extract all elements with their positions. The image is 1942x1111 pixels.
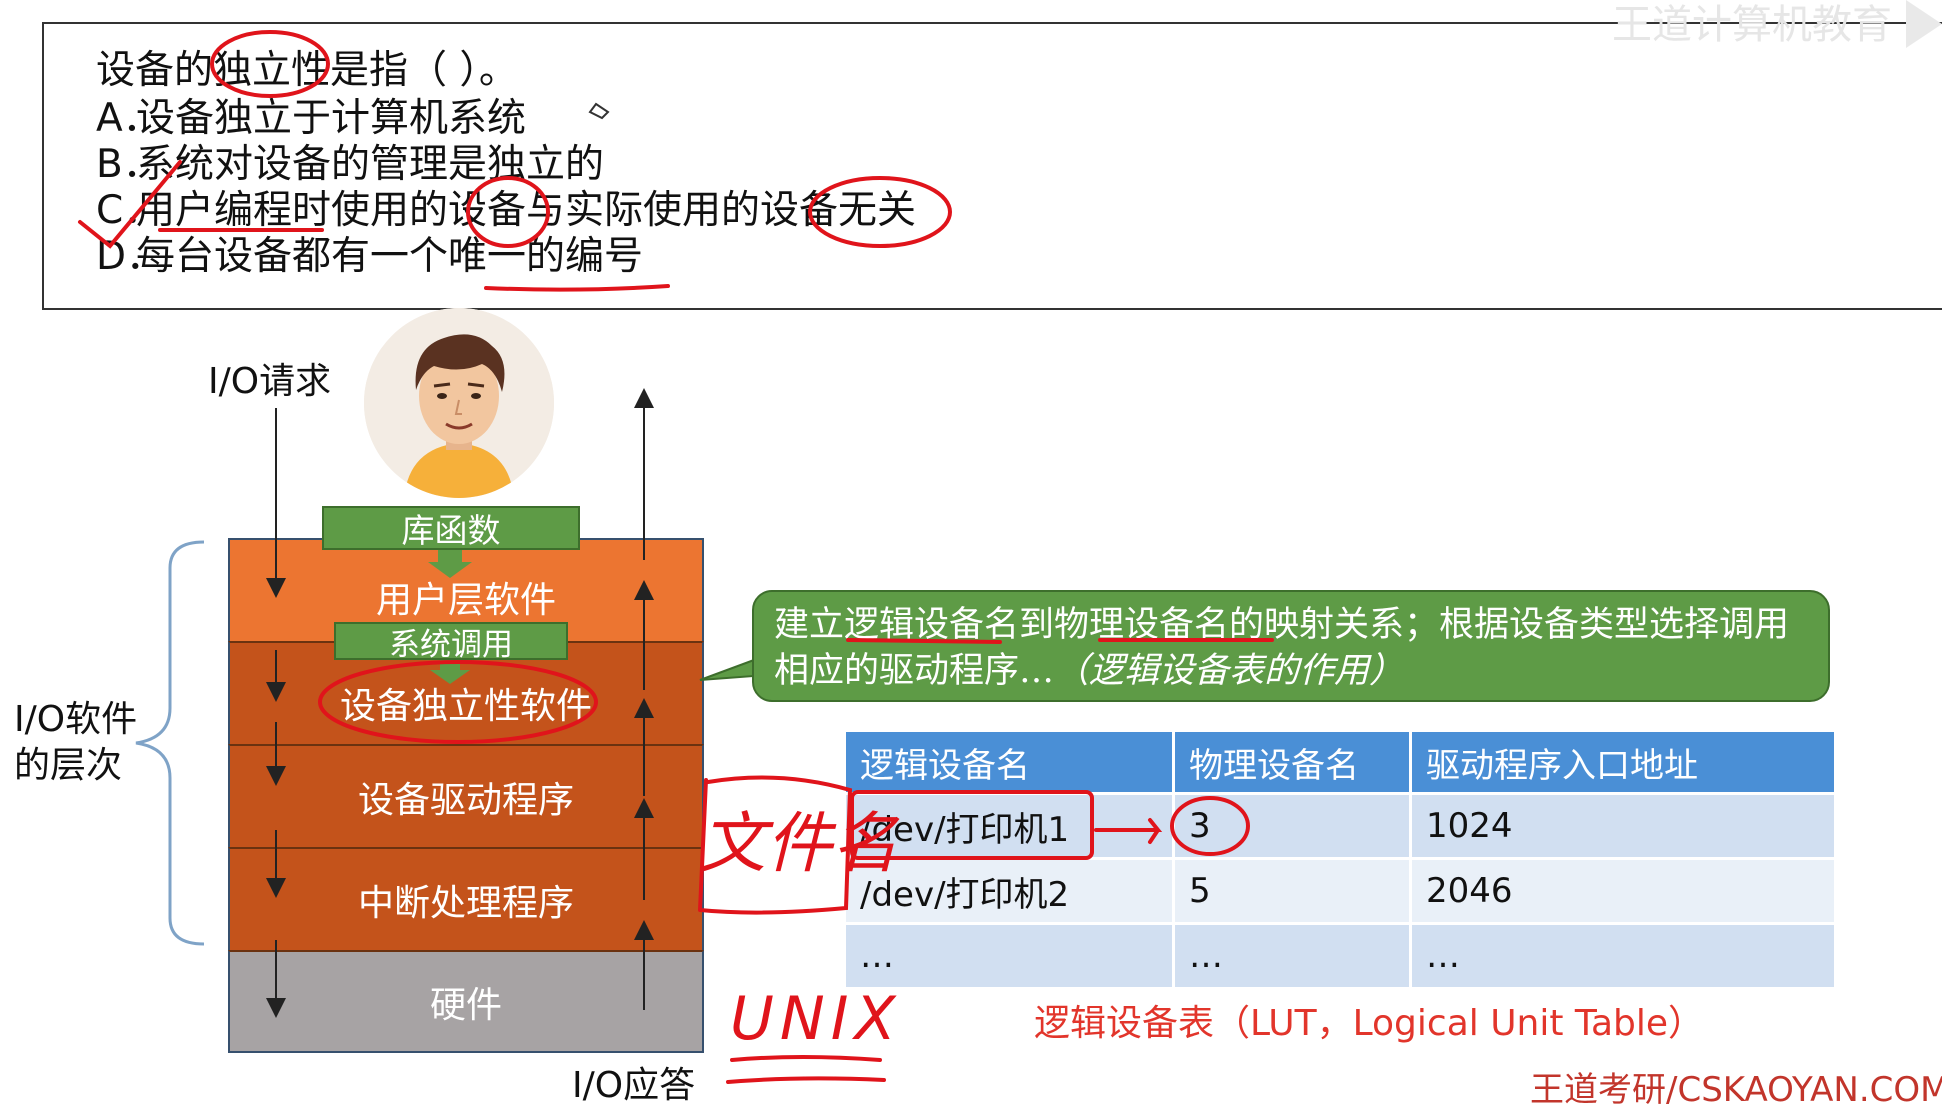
circle-mark (1170, 796, 1250, 856)
arrow-mark (1094, 818, 1163, 844)
box-mark (698, 775, 853, 915)
ink-annotations (78, 30, 1274, 1084)
check-mark (78, 160, 182, 249)
pen-cursor-icon (588, 102, 610, 120)
underline-mark (484, 284, 670, 292)
circle-mark (210, 30, 330, 98)
box-mark (850, 790, 1094, 860)
circle-mark (808, 176, 952, 248)
circle-mark (466, 176, 550, 248)
circle-mark (318, 660, 598, 744)
underline-mark (846, 638, 1274, 644)
underline-mark (726, 1055, 886, 1084)
